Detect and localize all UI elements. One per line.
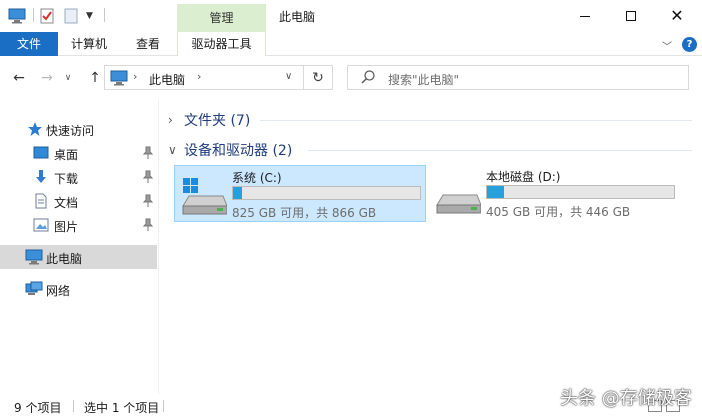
sidebar-item-label: 图片 <box>54 220 79 234</box>
document-icon <box>33 193 49 209</box>
maximize-button[interactable] <box>608 0 654 32</box>
close-button[interactable]: ✕ <box>654 0 700 32</box>
sidebar-item-label: 此电脑 <box>46 252 83 266</box>
sidebar-item-label: 快速访问 <box>46 124 95 138</box>
group-header-folders[interactable]: › 文件夹 (7) <box>168 108 250 132</box>
expand-ribbon-icon[interactable]: ﹀ <box>662 38 672 53</box>
quick-access-separator <box>33 8 34 22</box>
sidebar-item-label: 网络 <box>46 284 71 298</box>
search-placeholder: 搜索"此电脑" <box>388 73 460 87</box>
new-folder-icon[interactable] <box>64 6 82 26</box>
sidebar-item-quick-access[interactable]: 快速访问 <box>0 117 157 141</box>
tab-view[interactable]: 查看 <box>128 32 168 56</box>
navigation-bar: ← → ∨ ↑ › 此电脑 › ∨ ↻ 搜索"此电脑" <box>0 56 702 100</box>
drive-usage-bar <box>232 186 421 200</box>
windows-drive-icon <box>179 176 228 216</box>
properties-icon[interactable] <box>40 6 58 26</box>
sidebar-item-label: 下载 <box>54 172 79 186</box>
computer-icon <box>25 249 43 265</box>
breadcrumb-separator-icon[interactable]: › <box>133 70 137 83</box>
status-separator <box>163 400 164 412</box>
customize-quick-access-icon[interactable]: ▼ <box>86 6 96 26</box>
sidebar-item-label: 文档 <box>54 196 79 210</box>
breadcrumb-separator-icon[interactable]: › <box>197 70 201 83</box>
drive-usage-bar <box>486 185 675 199</box>
navigation-pane: 快速访问 桌面 下载 文档 图片 此电脑 网络 <box>0 100 159 394</box>
sidebar-item-desktop[interactable]: 桌面 <box>0 141 157 165</box>
sidebar-item-label: 桌面 <box>54 148 79 162</box>
chevron-down-icon[interactable]: ∨ <box>168 143 182 157</box>
group-divider <box>308 150 692 151</box>
pin-icon[interactable] <box>142 146 154 160</box>
drive-usage-fill <box>487 186 504 198</box>
sidebar-item-this-pc[interactable]: 此电脑 <box>0 245 157 269</box>
breadcrumb-this-pc[interactable]: 此电脑 <box>149 71 185 88</box>
address-dropdown-icon[interactable]: ∨ <box>285 71 292 82</box>
star-icon <box>27 121 43 137</box>
minimize-button[interactable] <box>562 0 608 32</box>
chevron-down-icon: ∨ <box>64 73 72 83</box>
quick-access-separator <box>104 8 105 22</box>
picture-icon <box>33 217 49 233</box>
sidebar-item-documents[interactable]: 文档 <box>0 189 157 213</box>
close-icon: ✕ <box>670 6 684 25</box>
drive-free-space: 825 GB 可用，共 866 GB <box>232 206 377 220</box>
drive-name: 系统 (C:) <box>232 171 282 185</box>
help-icon[interactable]: ? <box>682 37 697 52</box>
desktop-icon <box>33 145 49 161</box>
arrow-right-icon: → <box>41 70 53 86</box>
item-count: 9 个项目 <box>14 401 62 415</box>
computer-icon[interactable] <box>8 6 28 26</box>
tab-file[interactable]: 文件 <box>0 32 58 56</box>
drive-free-space: 405 GB 可用，共 446 GB <box>486 205 631 219</box>
forward-button[interactable]: → <box>38 69 56 87</box>
up-button[interactable]: ↑ <box>86 69 104 87</box>
search-icon <box>360 69 376 85</box>
download-icon <box>33 169 49 185</box>
refresh-button[interactable]: ↻ <box>304 65 333 90</box>
maximize-icon <box>626 11 636 21</box>
title-bar: ▼ 管理 此电脑 ✕ <box>0 0 702 32</box>
arrow-up-icon: ↑ <box>89 70 101 86</box>
group-divider <box>260 120 692 121</box>
group-title: 文件夹 (7) <box>184 113 251 129</box>
group-title: 设备和驱动器 (2) <box>184 143 293 159</box>
minimize-icon <box>580 15 590 17</box>
tab-computer[interactable]: 计算机 <box>62 32 116 56</box>
drive-usage-fill <box>233 187 242 199</box>
address-bar[interactable]: › 此电脑 › ∨ <box>104 65 304 90</box>
back-button[interactable]: ← <box>10 69 28 87</box>
pin-icon[interactable] <box>142 218 154 232</box>
recent-locations-button[interactable]: ∨ <box>62 69 74 87</box>
chevron-right-icon[interactable]: › <box>168 113 182 127</box>
computer-icon <box>110 70 128 86</box>
file-view: › 文件夹 (7) ∨ 设备和驱动器 (2) <box>160 100 702 394</box>
group-header-devices[interactable]: ∨ 设备和驱动器 (2) <box>168 138 292 162</box>
network-icon <box>25 281 43 297</box>
manage-context-tab[interactable]: 管理 <box>177 4 266 32</box>
hard-drive-icon <box>433 175 482 215</box>
drive-c[interactable]: 系统 (C:) 825 GB 可用，共 866 GB <box>174 165 426 222</box>
sidebar-item-network[interactable]: 网络 <box>0 277 157 301</box>
status-separator <box>73 400 74 412</box>
selection-count: 选中 1 个项目 <box>84 401 160 415</box>
pin-icon[interactable] <box>142 170 154 184</box>
watermark: 头条 @存储极客 <box>560 388 692 409</box>
tab-drive-tools[interactable]: 驱动器工具 <box>177 32 266 56</box>
sidebar-item-pictures[interactable]: 图片 <box>0 213 157 237</box>
drive-d[interactable]: 本地磁盘 (D:) 405 GB 可用，共 446 GB <box>429 165 681 222</box>
ribbon-tabs: 文件 计算机 查看 驱动器工具 ﹀ ? <box>0 32 702 56</box>
sidebar-item-downloads[interactable]: 下载 <box>0 165 157 189</box>
pin-icon[interactable] <box>142 194 154 208</box>
drive-name: 本地磁盘 (D:) <box>486 170 561 184</box>
search-input[interactable]: 搜索"此电脑" <box>347 65 689 90</box>
arrow-left-icon: ← <box>13 70 25 86</box>
window-title: 此电脑 <box>279 10 316 24</box>
refresh-icon: ↻ <box>312 69 324 86</box>
